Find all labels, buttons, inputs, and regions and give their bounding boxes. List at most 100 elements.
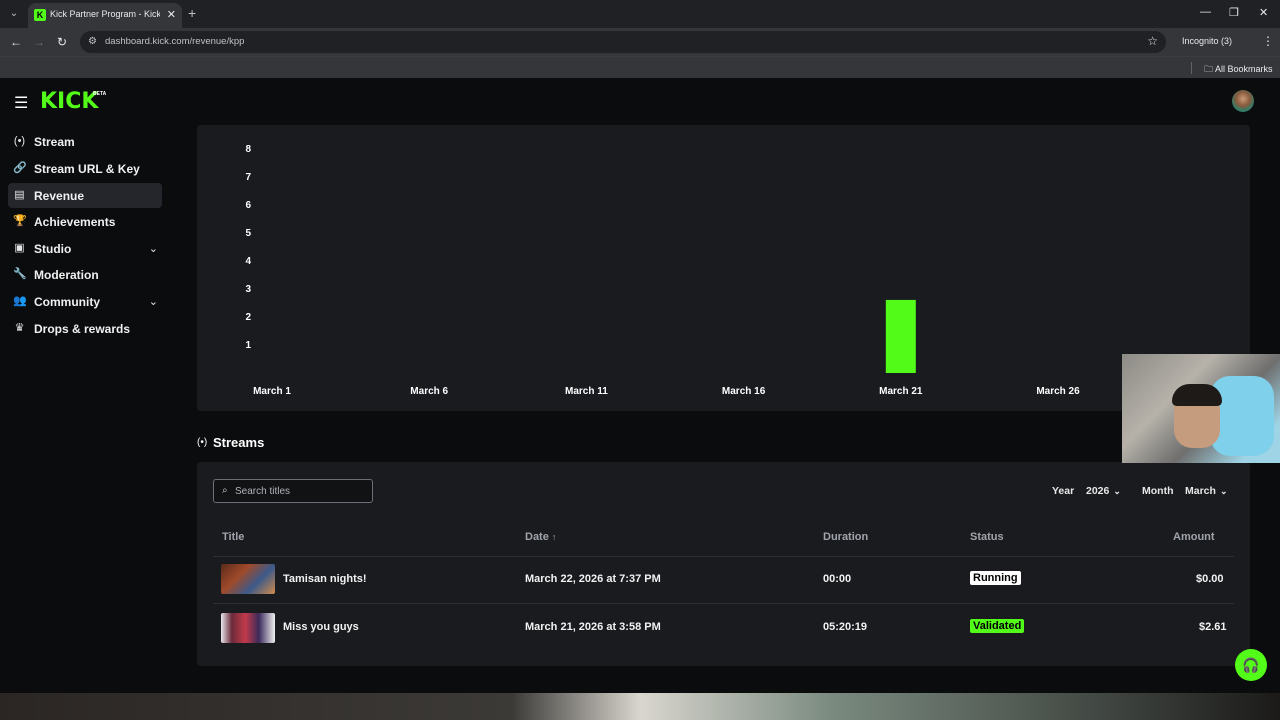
- sidebar-item-label: Drops & rewards: [34, 322, 131, 336]
- webcam-person-hair: [1172, 384, 1222, 406]
- browser-tab[interactable]: K Kick Partner Program - Kick Da ✕: [28, 3, 182, 28]
- users-icon: 👥: [13, 295, 27, 307]
- x-tick-label: March 21: [879, 386, 923, 397]
- link-icon: 🔗: [13, 162, 27, 174]
- site-info-icon[interactable]: ⚙: [88, 36, 97, 47]
- stream-thumbnail[interactable]: [221, 564, 275, 594]
- trophy-icon: 🏆: [13, 215, 27, 227]
- close-tab-icon[interactable]: ✕: [167, 8, 176, 21]
- stream-duration: 00:00: [823, 573, 852, 585]
- sidebar-item-community[interactable]: 👥 Community ⌄: [8, 289, 162, 314]
- month-select[interactable]: March ⌄: [1185, 485, 1227, 497]
- x-tick-label: March 6: [410, 386, 448, 397]
- x-tick-label: March 26: [1036, 386, 1080, 397]
- sidebar-item-studio[interactable]: ▣ Studio ⌄: [8, 236, 162, 261]
- column-header-amount[interactable]: Amount: [1173, 531, 1215, 543]
- y-tick-label: 1: [245, 340, 251, 351]
- url-text[interactable]: dashboard.kick.com/revenue/kpp: [105, 36, 244, 47]
- chart-icon: ▤: [14, 189, 25, 201]
- revenue-chart-panel: 1 2 3 4 5 6 7 8 March 1 March 6 March 11 March 16 Ma…: [197, 125, 1250, 411]
- sidebar-item-label: Stream: [34, 135, 75, 149]
- all-bookmarks-button[interactable]: 🗀 All Bookmarks: [1204, 62, 1273, 78]
- kick-favicon-icon: K: [34, 9, 46, 21]
- folder-icon: 🗀: [1204, 64, 1214, 74]
- address-bar[interactable]: ⚙ dashboard.kick.com/revenue/kpp ☆: [80, 31, 1166, 53]
- x-tick-label: March 16: [722, 386, 766, 397]
- search-icon: ⌕: [222, 485, 228, 496]
- stream-amount: $0.00: [1196, 573, 1224, 585]
- y-tick-label: 2: [245, 312, 251, 323]
- search-input[interactable]: [235, 483, 365, 499]
- headset-icon: 🎧: [1242, 657, 1260, 673]
- x-tick-label: March 11: [565, 386, 608, 397]
- table-divider: [213, 556, 1234, 557]
- tab-title: Kick Partner Program - Kick Da: [50, 9, 160, 19]
- chevron-down-icon[interactable]: ⌄: [149, 242, 158, 255]
- close-window-icon[interactable]: ✕: [1259, 6, 1268, 19]
- chevron-down-icon: ⌄: [1113, 486, 1121, 496]
- reload-icon[interactable]: ↻: [57, 35, 67, 49]
- x-tick-label: March 1: [253, 386, 291, 397]
- column-header-status[interactable]: Status: [970, 531, 1004, 543]
- chevron-down-icon: ⌄: [1219, 486, 1228, 496]
- sidebar-item-label: Studio: [34, 242, 72, 256]
- chevron-down-icon[interactable]: ⌄: [149, 295, 158, 308]
- sidebar-item-label: Moderation: [34, 268, 99, 282]
- restore-icon[interactable]: ❐: [1229, 6, 1239, 19]
- table-divider: [213, 603, 1234, 604]
- search-titles-field[interactable]: ⌕: [213, 479, 373, 503]
- sort-ascending-icon: ↑: [551, 532, 557, 542]
- broadcast-icon: (•): [13, 135, 26, 147]
- stream-title[interactable]: Miss you guys: [283, 621, 359, 633]
- browser-menu-icon[interactable]: ⋮: [1262, 34, 1274, 48]
- y-tick-label: 8: [245, 144, 251, 155]
- browser-toolbar: ← → ↻ ⚙ dashboard.kick.com/revenue/kpp ☆…: [0, 28, 1280, 56]
- sidebar-item-revenue[interactable]: ▤ Revenue: [8, 183, 162, 208]
- status-badge: Validated: [970, 619, 1025, 633]
- sidebar-item-achievements[interactable]: 🏆 Achievements: [8, 209, 162, 234]
- tab-search-icon[interactable]: ⌄: [6, 6, 22, 22]
- support-chat-button[interactable]: 🎧: [1235, 649, 1267, 681]
- browser-tab-bar: ⌄ K Kick Partner Program - Kick Da ✕ + —…: [0, 0, 1280, 28]
- video-bottom-strip: [0, 693, 1280, 720]
- back-icon[interactable]: ←: [10, 35, 22, 49]
- column-header-date[interactable]: Date ↑: [525, 531, 556, 543]
- sidebar-item-stream[interactable]: (•) Stream: [8, 129, 162, 154]
- studio-icon: ▣: [14, 242, 25, 254]
- all-bookmarks-label: All Bookmarks: [1215, 64, 1273, 74]
- streams-table-panel: ⌕ Year 2026⌄ Month March⌄ Title Date ↑ D…: [197, 462, 1250, 666]
- sidebar-item-drops-rewards[interactable]: ♛ Drops & rewards: [8, 316, 162, 341]
- revenue-chart: 1 2 3 4 5 6 7 8 March 1 March 6 March 11 March 16 Ma…: [245, 144, 1080, 397]
- wrench-icon: 🔧: [13, 268, 27, 280]
- sidebar-item-label: Community: [34, 295, 100, 309]
- sidebar-item-moderation[interactable]: 🔧 Moderation: [8, 262, 162, 287]
- forward-icon[interactable]: →: [33, 35, 45, 49]
- gift-icon: ♛: [14, 322, 25, 334]
- sidebar-item-stream-url-key[interactable]: 🔗 Stream URL & Key: [8, 156, 162, 181]
- hamburger-menu-icon[interactable]: ☰: [14, 93, 28, 113]
- column-header-title[interactable]: Title: [222, 531, 244, 543]
- stream-thumbnail[interactable]: [221, 613, 275, 643]
- new-tab-icon[interactable]: +: [188, 5, 196, 21]
- month-label: Month: [1142, 485, 1174, 497]
- stream-title[interactable]: Tamisan nights!: [283, 573, 367, 585]
- stream-duration: 05:20:19: [823, 621, 868, 633]
- user-avatar[interactable]: [1232, 90, 1254, 112]
- app-header: ☰ KICK BETA: [0, 81, 1280, 121]
- revenue-bar[interactable]: [885, 299, 916, 373]
- incognito-indicator[interactable]: Incognito (3): [1182, 36, 1232, 46]
- y-tick-label: 7: [245, 172, 251, 183]
- column-header-date-label: Date: [525, 531, 549, 543]
- webcam-overlay: [1122, 354, 1280, 463]
- bookmark-star-icon[interactable]: ☆: [1147, 34, 1158, 48]
- stream-amount: $2.61: [1199, 621, 1227, 633]
- column-header-duration[interactable]: Duration: [823, 531, 868, 543]
- year-select[interactable]: 2026 ⌄: [1086, 485, 1121, 497]
- year-label: Year: [1052, 485, 1075, 497]
- kick-logo[interactable]: KICK: [40, 89, 98, 114]
- beta-badge: BETA: [93, 91, 107, 97]
- minimize-icon[interactable]: —: [1200, 6, 1211, 18]
- y-tick-label: 4: [245, 256, 251, 267]
- y-tick-label: 3: [245, 284, 251, 295]
- year-value: 2026: [1086, 485, 1110, 497]
